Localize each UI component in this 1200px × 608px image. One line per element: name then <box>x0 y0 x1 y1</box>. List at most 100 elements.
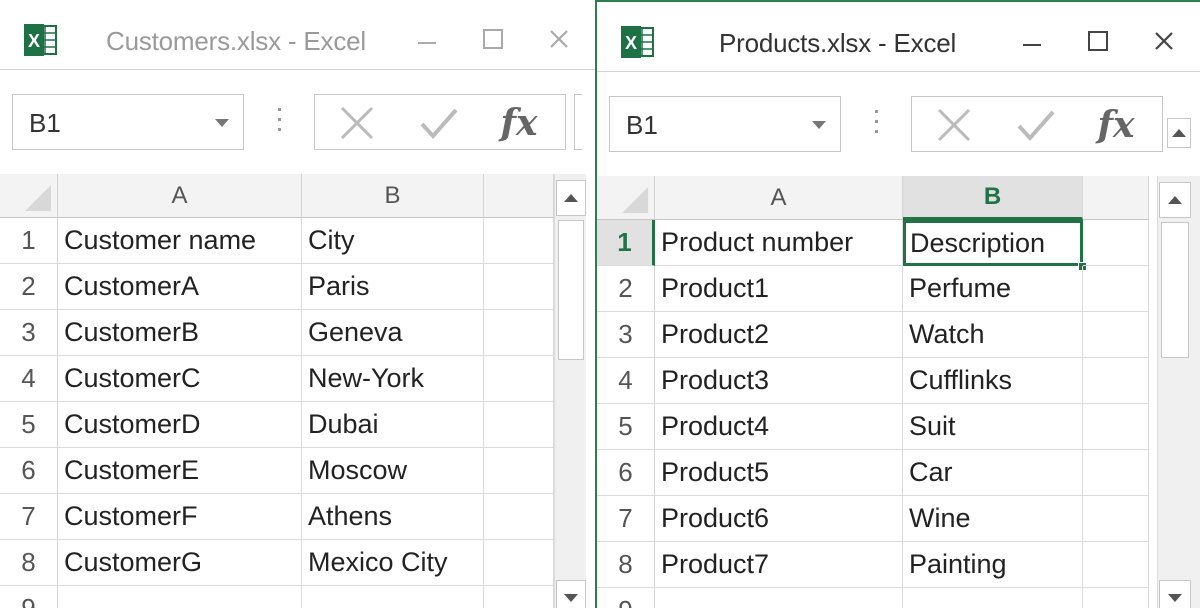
cell-c1[interactable] <box>1083 220 1149 266</box>
enter-check-icon[interactable] <box>415 103 463 143</box>
column-header-b[interactable]: B <box>903 176 1083 220</box>
enter-check-icon[interactable] <box>1012 105 1060 145</box>
cell-c6[interactable] <box>1083 450 1149 496</box>
scroll-thumb[interactable] <box>558 220 584 360</box>
cancel-x-icon[interactable] <box>930 105 978 145</box>
row-header-5[interactable]: 5 <box>597 404 655 450</box>
cell-b7[interactable]: Wine <box>903 496 1083 542</box>
cell-a1[interactable]: Product number <box>655 220 903 266</box>
cell-b3[interactable]: Watch <box>903 312 1083 358</box>
cell-a2[interactable]: CustomerA <box>58 264 302 310</box>
row-header-3[interactable]: 3 <box>0 310 58 356</box>
cell-b9[interactable] <box>903 588 1083 608</box>
vertical-scrollbar[interactable] <box>554 174 586 608</box>
vertical-scrollbar[interactable] <box>1157 176 1200 608</box>
cell-a8[interactable]: CustomerG <box>58 540 302 586</box>
row-header-4[interactable]: 4 <box>597 358 655 404</box>
scroll-thumb[interactable] <box>1161 222 1189 358</box>
scroll-up-button[interactable] <box>556 180 586 216</box>
name-box[interactable]: B1 <box>12 94 244 150</box>
cell-c8[interactable] <box>484 540 554 586</box>
row-header-8[interactable]: 8 <box>0 540 58 586</box>
cell-b1[interactable]: City <box>302 218 484 264</box>
cell-c8[interactable] <box>1083 542 1149 588</box>
select-all-button[interactable] <box>0 174 58 218</box>
cancel-x-icon[interactable] <box>333 103 381 143</box>
formula-input[interactable] <box>574 94 582 150</box>
row-header-4[interactable]: 4 <box>0 356 58 402</box>
resize-handle[interactable] <box>875 110 879 136</box>
scroll-down-button[interactable] <box>556 580 586 608</box>
row-header-5[interactable]: 5 <box>0 402 58 448</box>
cell-b9[interactable] <box>302 586 484 608</box>
cell-c2[interactable] <box>1083 266 1149 312</box>
cell-c3[interactable] <box>484 310 554 356</box>
maximize-icon[interactable] <box>476 22 510 56</box>
cell-c7[interactable] <box>484 494 554 540</box>
cell-c9[interactable] <box>1083 588 1149 608</box>
cell-b8[interactable]: Mexico City <box>302 540 484 586</box>
scroll-up-button[interactable] <box>1159 182 1191 218</box>
chevron-down-icon[interactable] <box>215 119 229 127</box>
cell-a7[interactable]: Product6 <box>655 496 903 542</box>
cell-c5[interactable] <box>1083 404 1149 450</box>
row-header-1[interactable]: 1 <box>597 220 655 266</box>
row-header-3[interactable]: 3 <box>597 312 655 358</box>
row-header-9[interactable]: 9 <box>597 588 655 608</box>
select-all-button[interactable] <box>597 176 655 220</box>
cell-a9[interactable] <box>58 586 302 608</box>
close-icon[interactable] <box>542 22 576 56</box>
cell-b3[interactable]: Geneva <box>302 310 484 356</box>
formula-scroll-up[interactable] <box>1167 118 1191 148</box>
insert-function-button[interactable]: fx <box>495 103 543 143</box>
cell-b6[interactable]: Moscow <box>302 448 484 494</box>
cell-b5[interactable]: Suit <box>903 404 1083 450</box>
cell-c9[interactable] <box>484 586 554 608</box>
cell-a6[interactable]: Product5 <box>655 450 903 496</box>
maximize-icon[interactable] <box>1081 24 1115 58</box>
column-header-a[interactable]: A <box>58 174 302 218</box>
cell-c6[interactable] <box>484 448 554 494</box>
title-bar[interactable]: X Customers.xlsx - Excel <box>0 0 595 70</box>
cell-c4[interactable] <box>484 356 554 402</box>
close-icon[interactable] <box>1147 24 1181 58</box>
cell-a7[interactable]: CustomerF <box>58 494 302 540</box>
cell-b2[interactable]: Perfume <box>903 266 1083 312</box>
row-header-6[interactable]: 6 <box>0 448 58 494</box>
cell-a3[interactable]: CustomerB <box>58 310 302 356</box>
customers-window[interactable]: X Customers.xlsx - Excel B1 fx A B 1 2 3… <box>0 0 596 608</box>
cell-a3[interactable]: Product2 <box>655 312 903 358</box>
row-header-1[interactable]: 1 <box>0 218 58 264</box>
cell-c7[interactable] <box>1083 496 1149 542</box>
cell-a4[interactable]: CustomerC <box>58 356 302 402</box>
row-header-2[interactable]: 2 <box>0 264 58 310</box>
cell-b7[interactable]: Athens <box>302 494 484 540</box>
cell-a9[interactable] <box>655 588 903 608</box>
row-header-7[interactable]: 7 <box>0 494 58 540</box>
cell-a6[interactable]: CustomerE <box>58 448 302 494</box>
title-bar[interactable]: X Products.xlsx - Excel <box>597 2 1200 72</box>
column-header-c[interactable] <box>484 174 554 218</box>
cell-b4[interactable]: New-York <box>302 356 484 402</box>
cell-a4[interactable]: Product3 <box>655 358 903 404</box>
cell-b1-selected[interactable]: Description <box>903 220 1083 266</box>
row-header-7[interactable]: 7 <box>597 496 655 542</box>
cell-b8[interactable]: Painting <box>903 542 1083 588</box>
cell-c1[interactable] <box>484 218 554 264</box>
row-header-6[interactable]: 6 <box>597 450 655 496</box>
cell-b6[interactable]: Car <box>903 450 1083 496</box>
column-header-a[interactable]: A <box>655 176 903 220</box>
row-header-8[interactable]: 8 <box>597 542 655 588</box>
row-header-2[interactable]: 2 <box>597 266 655 312</box>
cell-b2[interactable]: Paris <box>302 264 484 310</box>
cell-a5[interactable]: CustomerD <box>58 402 302 448</box>
insert-function-button[interactable]: fx <box>1092 105 1140 145</box>
row-header-9[interactable]: 9 <box>0 586 58 608</box>
column-header-b[interactable]: B <box>302 174 484 218</box>
cell-b5[interactable]: Dubai <box>302 402 484 448</box>
cell-c3[interactable] <box>1083 312 1149 358</box>
cell-c5[interactable] <box>484 402 554 448</box>
column-header-c[interactable] <box>1083 176 1149 220</box>
minimize-icon[interactable] <box>1015 24 1049 58</box>
cell-c2[interactable] <box>484 264 554 310</box>
